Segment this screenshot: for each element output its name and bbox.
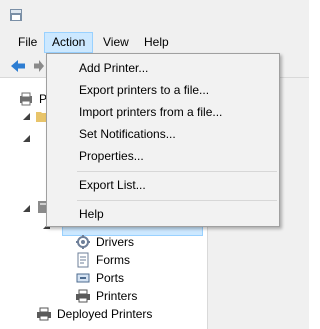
menu-action[interactable]: Action bbox=[44, 32, 94, 53]
tree-item-ports-label: Ports bbox=[96, 271, 125, 285]
print-management-app-icon bbox=[10, 9, 22, 21]
menu-view[interactable]: View bbox=[96, 32, 136, 53]
menu-help[interactable]: Help bbox=[137, 32, 176, 53]
action-dropdown-menu: Add Printer... Export printers to a file… bbox=[46, 53, 280, 227]
menu-bar: File Action View Help bbox=[0, 30, 309, 54]
menu-item-add-printer[interactable]: Add Printer... bbox=[47, 57, 279, 79]
tree-item-ports[interactable]: Ports bbox=[75, 269, 195, 287]
title-bar bbox=[0, 0, 309, 30]
back-arrow-icon[interactable] bbox=[10, 59, 26, 73]
menu-separator bbox=[77, 171, 277, 172]
menu-item-export-list[interactable]: Export List... bbox=[47, 174, 279, 196]
menu-item-set-notifications[interactable]: Set Notifications... bbox=[47, 123, 279, 145]
print-management-icon bbox=[20, 92, 32, 106]
menu-separator bbox=[77, 200, 277, 201]
tree-item-forms-label: Forms bbox=[96, 253, 130, 267]
menu-file[interactable]: File bbox=[11, 32, 44, 53]
tree-item-forms[interactable]: Forms bbox=[75, 251, 195, 269]
tree-item-drivers-label: Drivers bbox=[96, 235, 134, 249]
menu-item-properties[interactable]: Properties... bbox=[47, 145, 279, 167]
forms-icon bbox=[77, 252, 89, 268]
deployed-printers-icon bbox=[37, 307, 51, 321]
tree-item-deployed-printers-label: Deployed Printers bbox=[57, 307, 153, 321]
tree-item-printers[interactable]: Printers bbox=[75, 287, 195, 305]
menu-item-help[interactable]: Help bbox=[47, 203, 279, 225]
tree-item-drivers[interactable]: Drivers bbox=[75, 233, 195, 251]
tree-item-printers-label: Printers bbox=[96, 289, 138, 303]
printer-icon bbox=[76, 289, 90, 303]
ports-icon bbox=[76, 273, 90, 283]
expand-arrow-icon[interactable] bbox=[22, 134, 31, 143]
forward-arrow-icon[interactable] bbox=[34, 59, 44, 73]
menu-item-import-printers[interactable]: Import printers from a file... bbox=[47, 101, 279, 123]
expand-arrow-icon[interactable] bbox=[22, 112, 31, 121]
tree-item-deployed-printers[interactable]: Deployed Printers bbox=[36, 305, 201, 323]
drivers-icon bbox=[76, 235, 90, 249]
menu-item-export-printers[interactable]: Export printers to a file... bbox=[47, 79, 279, 101]
expand-arrow-icon[interactable] bbox=[22, 204, 31, 213]
